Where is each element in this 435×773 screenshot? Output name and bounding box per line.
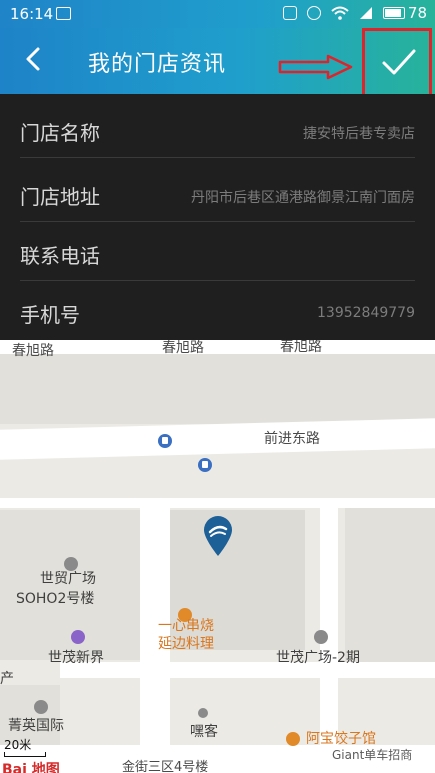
poi-label[interactable]: 菁英国际 xyxy=(8,717,64,735)
poi-label[interactable]: 嘿客 xyxy=(190,723,218,741)
wifi-icon xyxy=(331,6,349,20)
store-name-label: 门店名称 xyxy=(20,121,100,145)
road xyxy=(60,662,435,678)
vibrate-icon xyxy=(282,6,297,20)
street-label: 春旭路 xyxy=(162,340,204,356)
street-label: 春旭路 xyxy=(280,340,322,355)
back-arrow-icon[interactable] xyxy=(18,42,52,76)
store-address-row[interactable]: 门店地址 丹阳市后巷区通港路御景江南门面房 xyxy=(0,163,435,222)
poi-label[interactable]: 世茂新界 xyxy=(48,649,104,667)
confirm-check-icon[interactable] xyxy=(376,42,420,82)
street-label: 金街三区4号楼 xyxy=(122,760,209,773)
app-bar: 我的门店资讯 xyxy=(0,28,435,104)
road xyxy=(0,498,435,508)
map-block xyxy=(345,505,435,665)
mobile-row[interactable]: 手机号 13952849779 xyxy=(0,281,435,340)
battery-icon xyxy=(382,7,405,19)
annotation-arrow-icon xyxy=(278,54,353,80)
contact-phone-label: 联系电话 xyxy=(20,244,100,268)
poi-label[interactable]: SOHO2号楼 xyxy=(16,590,94,608)
store-info-form: 门店名称 捷安特后巷专卖店 门店地址 丹阳市后巷区通港路御景江南门面房 联系电话… xyxy=(0,94,435,340)
building-icon xyxy=(314,630,328,644)
mobile-label: 手机号 xyxy=(20,303,80,327)
road xyxy=(0,340,435,354)
poi-label-partial: 产 xyxy=(0,671,14,687)
map-block xyxy=(0,354,435,424)
bus-stop-icon[interactable] xyxy=(158,434,172,448)
map-scale-label: 20米 xyxy=(4,738,32,752)
mobile-value[interactable]: 13952849779 xyxy=(317,305,415,321)
bus-stop-icon[interactable] xyxy=(198,458,212,472)
poi-label[interactable]: 一心串烧 xyxy=(158,617,214,635)
status-icons: 78 xyxy=(282,4,427,22)
map-view[interactable]: 春旭路 春旭路 春旭路 前进东路 金街三区4号楼 世贸广场 SOHO2号楼 一心… xyxy=(0,340,435,773)
store-name-row[interactable]: 门店名称 捷安特后巷专卖店 xyxy=(0,99,435,158)
map-scale-bar xyxy=(4,752,46,757)
poi-label[interactable]: 延边料理 xyxy=(158,635,214,653)
store-location-marker-icon[interactable] xyxy=(202,515,234,557)
store-address-label: 门店地址 xyxy=(20,185,100,209)
store-name-value[interactable]: 捷安特后巷专卖店 xyxy=(303,123,415,143)
building-icon xyxy=(34,700,48,714)
status-time: 16:14 xyxy=(10,5,54,23)
shopping-icon xyxy=(71,630,85,644)
image-notification-icon xyxy=(56,7,71,20)
battery-level: 78 xyxy=(407,4,427,22)
status-bar: 16:14 78 xyxy=(0,0,435,28)
road xyxy=(0,418,435,460)
baidu-map-logo: Bai 地图 xyxy=(2,762,60,773)
restaurant-icon xyxy=(286,732,300,746)
poi-label[interactable]: 世茂广场-2期 xyxy=(276,649,360,667)
watermark-text: Giant单车招商 xyxy=(332,748,413,762)
building-icon xyxy=(64,557,78,571)
page-title: 我的门店资讯 xyxy=(88,52,227,77)
data-icon xyxy=(306,6,321,20)
poi-label[interactable]: 世贸广场 xyxy=(40,570,96,588)
battery: 78 xyxy=(382,4,427,22)
store-address-value[interactable]: 丹阳市后巷区通港路御景江南门面房 xyxy=(191,187,415,207)
poi-dot-icon xyxy=(198,708,208,718)
street-label: 春旭路 xyxy=(12,343,54,359)
divider xyxy=(20,157,415,158)
signal-icon xyxy=(359,7,372,19)
street-label: 前进东路 xyxy=(264,431,320,447)
contact-phone-row[interactable]: 联系电话 xyxy=(0,222,435,281)
